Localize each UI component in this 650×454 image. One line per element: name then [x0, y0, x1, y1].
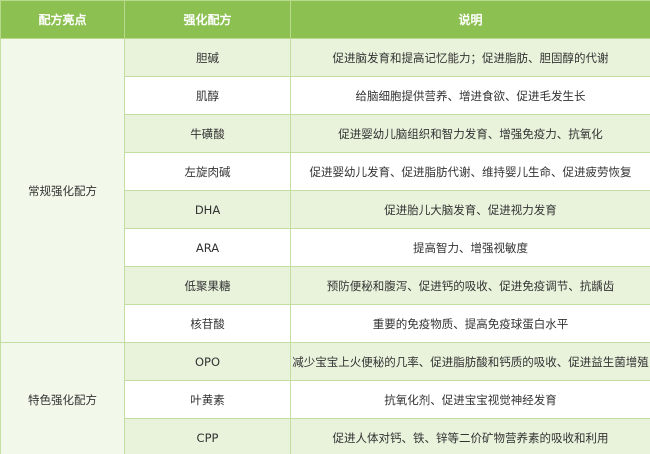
formula-name: 胆碱 [124, 38, 291, 77]
formula-description: 促进脑发育和提高记忆能力；促进脂肪、胆固醇的代谢 [290, 38, 650, 77]
formula-description: 给脑细胞提供营养、增进食欲、促进毛发生长 [290, 76, 650, 115]
formula-name: 叶黄素 [124, 380, 291, 419]
formula-description: 促进人体对钙、铁、锌等二价矿物营养素的吸收和利用 [290, 418, 650, 454]
group-label: 常规强化配方 [0, 38, 125, 343]
header-highlight: 配方亮点 [0, 0, 125, 39]
header-formula: 强化配方 [124, 0, 291, 39]
formula-description: 重要的免疫物质、提高免疫球蛋白水平 [290, 304, 650, 343]
formula-name: 核苷酸 [124, 304, 291, 343]
group-label: 特色强化配方 [0, 342, 125, 454]
formula-name: CPP [124, 418, 291, 454]
formula-name: OPO [124, 342, 291, 381]
formula-name: DHA [124, 190, 291, 229]
formula-name: 牛磺酸 [124, 114, 291, 153]
formula-description: 预防便秘和腹泻、促进钙的吸收、促进免疫调节、抗龋齿 [290, 266, 650, 305]
table-body: 常规强化配方 胆碱 促进脑发育和提高记忆能力；促进脂肪、胆固醇的代谢 肌醇 给脑细胞提供… [0, 38, 650, 454]
table-row: 常规强化配方 胆碱 促进脑发育和提高记忆能力；促进脂肪、胆固醇的代谢 [0, 38, 650, 343]
formula-name: 左旋肉碱 [124, 152, 291, 191]
formula-description: 促进胎儿大脑发育、促进视力发育 [290, 190, 650, 229]
formula-name: 低聚果糖 [124, 266, 291, 305]
formula-table: 配方亮点 强化配方 说明 常规强化配方 胆碱 促进脑发育和提高记忆能力；促进脂肪、胆… [0, 0, 650, 454]
table-row: 特色强化配方 OPO 减少宝宝上火便秘的几率、促进脂肪酸和钙质的吸收、促进益生菌增殖 [0, 342, 650, 454]
formula-description: 提高智力、增强视敏度 [290, 228, 650, 267]
header-description: 说明 [290, 0, 650, 39]
formula-description: 减少宝宝上火便秘的几率、促进脂肪酸和钙质的吸收、促进益生菌增殖 [290, 342, 650, 381]
formula-name: 肌醇 [124, 76, 291, 115]
formula-description: 抗氧化剂、促进宝宝视觉神经发育 [290, 380, 650, 419]
formula-description: 促进婴幼儿脑组织和智力发育、增强免疫力、抗氧化 [290, 114, 650, 153]
formula-name: ARA [124, 228, 291, 267]
formula-description: 促进婴幼儿发育、促进脂肪代谢、维持婴儿生命、促进疲劳恢复 [290, 152, 650, 191]
header-row: 配方亮点 强化配方 说明 [0, 0, 650, 39]
